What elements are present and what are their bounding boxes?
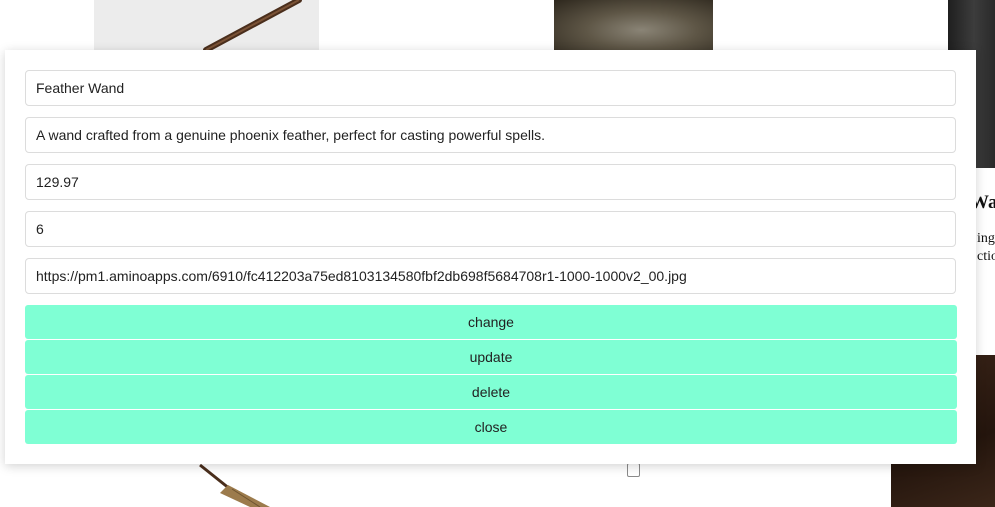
broom-product-image [190,463,280,507]
name-input[interactable] [25,70,956,106]
update-button[interactable]: update [25,340,957,374]
wand-product-image [94,0,319,50]
side-product-text: ctio [977,249,995,264]
quantity-input[interactable] [25,211,956,247]
product-checkbox[interactable] [627,463,640,477]
side-product-text: ing [977,231,995,246]
description-input[interactable] [25,117,956,153]
delete-button[interactable]: delete [25,375,957,409]
edit-product-modal: change update delete close [5,50,976,464]
mirror-product-image [554,0,713,50]
image-url-input[interactable] [25,258,956,294]
price-input[interactable] [25,164,956,200]
change-button[interactable]: change [25,305,957,339]
close-button[interactable]: close [25,410,957,444]
